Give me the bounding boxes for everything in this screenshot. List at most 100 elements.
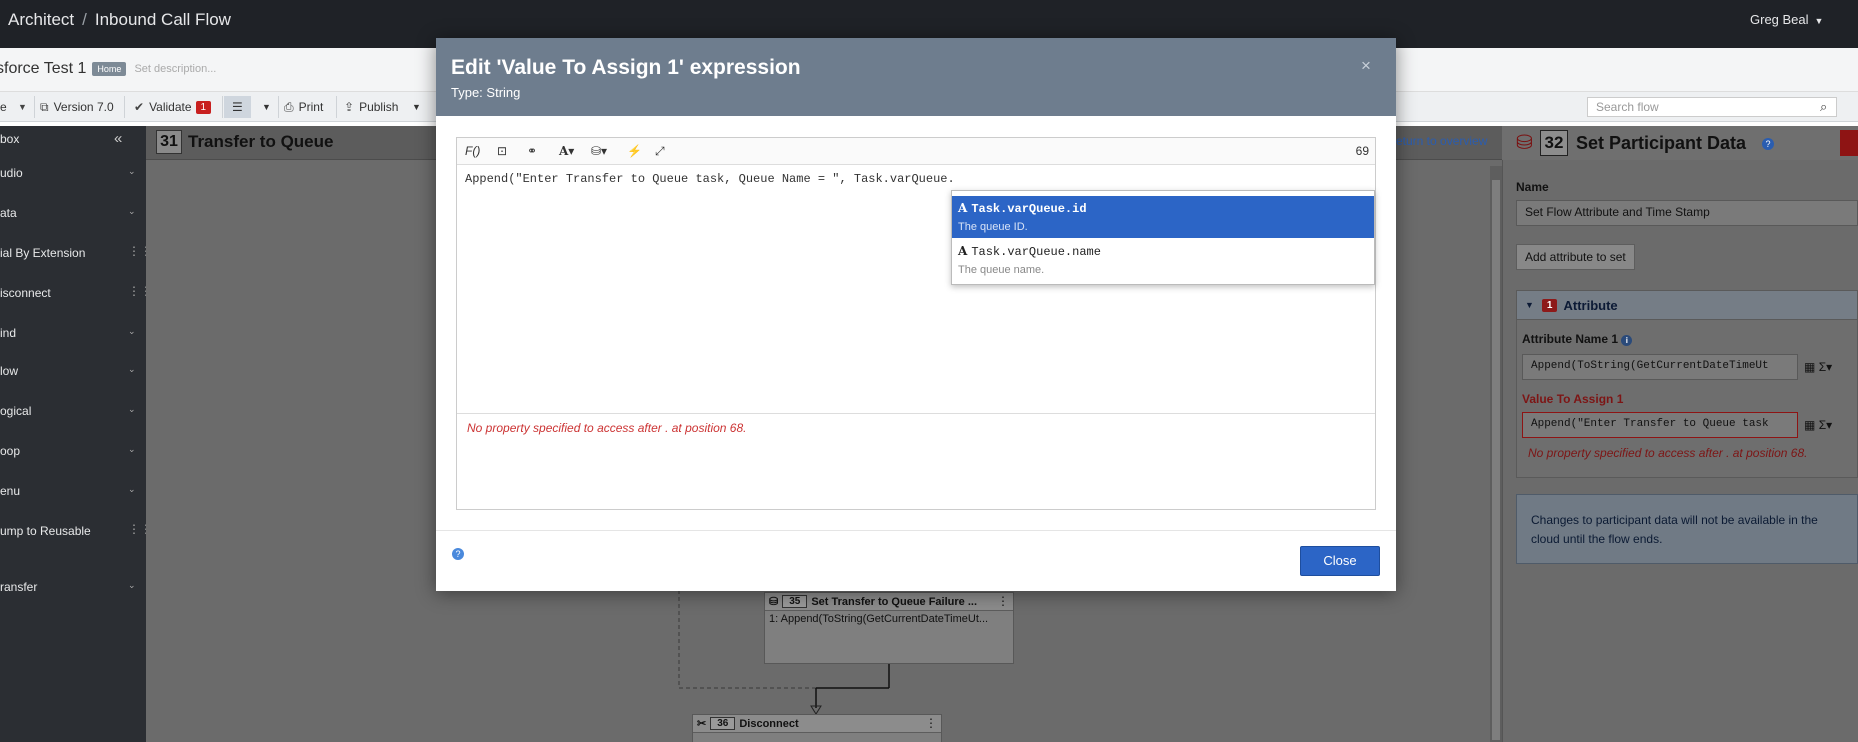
scrollbar-thumb[interactable] bbox=[1492, 180, 1500, 740]
magic-wand-icon[interactable]: ⚡ bbox=[627, 144, 642, 158]
toolbar-divider bbox=[222, 96, 223, 118]
publish-label: Publish bbox=[359, 100, 399, 114]
version-button[interactable]: ⧉ Version 7.0 bbox=[40, 96, 114, 118]
description-placeholder[interactable]: Set description... bbox=[134, 63, 216, 75]
modal-title: Edit 'Value To Assign 1' expression bbox=[451, 56, 801, 79]
value-to-assign-expression[interactable]: Append("Enter Transfer to Queue task bbox=[1522, 412, 1798, 438]
flow-node-set-transfer-failure[interactable]: ⛁ 35 Set Transfer to Queue Failure ... ⋮ 1… bbox=[764, 592, 1014, 664]
list-icon: ☰ bbox=[232, 100, 243, 114]
save-dropdown-toggle[interactable]: ▼ bbox=[18, 96, 32, 118]
caret-down-icon: ▼ bbox=[1525, 300, 1534, 310]
toolbox-category[interactable]: udio ⌄ bbox=[0, 166, 146, 180]
flow-node-disconnect[interactable]: ✂ 36 Disconnect ⋮ bbox=[692, 714, 942, 742]
version-label: Version 7.0 bbox=[53, 100, 114, 114]
chevron-down-icon: ⌄ bbox=[128, 206, 136, 216]
properties-header: ⛁ 32 Set Participant Data ? bbox=[1502, 126, 1858, 160]
node-number: 36 bbox=[710, 717, 736, 730]
toolbox-action-label: ial By Extension bbox=[0, 246, 86, 260]
toolbox-category[interactable]: oop ⌄ bbox=[0, 444, 146, 458]
toolbox-category[interactable]: ind ⌄ bbox=[0, 326, 146, 340]
toolbox-category-label: oop bbox=[0, 444, 21, 458]
toolbox-category[interactable]: low ⌄ bbox=[0, 364, 146, 378]
toolbox-category[interactable]: ransfer ⌄ bbox=[0, 580, 146, 594]
delete-icon[interactable] bbox=[1840, 130, 1858, 156]
search-icon[interactable]: ⌕ bbox=[1820, 99, 1827, 115]
close-icon[interactable]: × bbox=[1361, 56, 1371, 76]
help-icon[interactable]: ? bbox=[1762, 138, 1774, 150]
text-type-icon[interactable]: A▾ bbox=[559, 144, 574, 158]
literal-icon[interactable]: ⊡ bbox=[497, 144, 507, 158]
kebab-menu-icon[interactable]: ⋮ bbox=[997, 594, 1009, 608]
flow-name-row: sforce Test 1 Home Set description... bbox=[0, 60, 216, 78]
table-icon[interactable]: ▦ bbox=[1804, 360, 1815, 374]
expression-error-message: No property specified to access after . … bbox=[467, 421, 747, 435]
autocomplete-list: A Task.varQueue.id The queue ID. A Task.va… bbox=[951, 190, 1375, 285]
node-title: Disconnect bbox=[739, 717, 799, 730]
sigma-icon[interactable]: Σ▾ bbox=[1819, 360, 1832, 374]
link-icon[interactable]: ⚭ bbox=[527, 144, 537, 158]
list-view-button[interactable]: ☰ bbox=[224, 96, 251, 118]
validate-button[interactable]: ✔ Validate 1 bbox=[134, 96, 212, 118]
string-type-icon: A bbox=[958, 201, 968, 215]
toolbar-divider bbox=[278, 96, 279, 118]
info-icon[interactable]: i bbox=[1621, 335, 1633, 346]
collapse-icon[interactable]: « bbox=[114, 130, 122, 147]
value-error-message: No property specified to access after . … bbox=[1528, 446, 1808, 460]
attribute-section-header[interactable]: ▼ 1 Attribute bbox=[1516, 290, 1858, 320]
node-title: Set Transfer to Queue Failure ... bbox=[811, 595, 977, 608]
table-icon[interactable]: ▦ bbox=[1804, 418, 1815, 432]
disconnect-icon: ✂ bbox=[697, 718, 707, 730]
publish-dropdown[interactable]: ▼ bbox=[412, 96, 421, 118]
validate-label: Validate bbox=[149, 100, 192, 114]
autocomplete-item-id[interactable]: A Task.varQueue.id The queue ID. bbox=[952, 196, 1374, 238]
database-icon: ⛁ bbox=[769, 596, 779, 608]
toolbox-action-label: ump to Reusable bbox=[0, 524, 91, 538]
autocomplete-item-name-option[interactable]: A Task.varQueue.name The queue name. bbox=[952, 239, 1374, 281]
attribute-name-expression[interactable]: Append(ToString(GetCurrentDateTimeUt bbox=[1522, 354, 1798, 380]
toolbox-category-label: low bbox=[0, 364, 19, 378]
print-button[interactable]: ⎙ Print bbox=[284, 96, 323, 118]
canvas-scrollbar[interactable] bbox=[1490, 166, 1502, 742]
name-label: Name bbox=[1516, 180, 1549, 194]
breadcrumb-flow[interactable]: Inbound Call Flow bbox=[95, 10, 231, 29]
save-menu-button[interactable]: e bbox=[0, 96, 7, 118]
list-view-dropdown[interactable]: ▼ bbox=[262, 96, 271, 118]
close-button[interactable]: Close bbox=[1300, 546, 1380, 576]
value-to-assign-label: Value To Assign 1 bbox=[1522, 392, 1624, 406]
validate-error-count: 1 bbox=[195, 100, 212, 114]
modal-footer-divider bbox=[436, 530, 1396, 531]
toolbox-action[interactable]: isconnect ⋮⋮ bbox=[0, 284, 152, 300]
character-count: 69 bbox=[1355, 144, 1369, 158]
kebab-menu-icon[interactable]: ⋮ bbox=[925, 716, 937, 730]
modal-subtitle: Type: String bbox=[451, 85, 521, 100]
action-number: 32 bbox=[1540, 130, 1568, 156]
expand-icon[interactable]: ⤢ bbox=[655, 144, 665, 159]
toolbox-action[interactable]: ial By Extension ⋮⋮ bbox=[0, 244, 152, 260]
publish-button[interactable]: ⇪ Publish bbox=[344, 96, 398, 118]
home-badge: Home bbox=[92, 61, 127, 76]
add-attribute-button[interactable]: Add attribute to set bbox=[1516, 244, 1635, 270]
toolbox-category[interactable]: ata ⌄ bbox=[0, 206, 146, 220]
chevron-down-icon: ⌄ bbox=[128, 404, 136, 414]
sigma-icon[interactable]: Σ▾ bbox=[1819, 418, 1832, 432]
caret-down-icon: ▼ bbox=[262, 102, 271, 112]
save-label-fragment: e bbox=[0, 100, 7, 114]
breadcrumb-architect[interactable]: Architect bbox=[8, 10, 74, 29]
toolbox-category-label: ind bbox=[0, 326, 17, 340]
search-flow-input[interactable]: Search flow bbox=[1587, 97, 1837, 117]
help-icon[interactable]: ? bbox=[452, 548, 464, 560]
string-type-icon: A bbox=[958, 244, 968, 258]
toolbar-divider bbox=[124, 96, 125, 118]
expression-text[interactable]: Append("Enter Transfer to Queue task, Qu… bbox=[465, 172, 955, 186]
user-menu[interactable]: Greg Beal ▼ bbox=[1750, 12, 1823, 27]
toolbox-action[interactable]: ump to Reusable ⋮⋮ bbox=[0, 522, 152, 538]
toolbox-category[interactable]: ogical ⌄ bbox=[0, 404, 146, 418]
caret-down-icon: ▼ bbox=[1814, 16, 1824, 26]
flow-name[interactable]: sforce Test 1 bbox=[0, 60, 86, 77]
name-input[interactable]: Set Flow Attribute and Time Stamp bbox=[1516, 200, 1858, 226]
print-label: Print bbox=[298, 100, 324, 114]
function-button[interactable]: F() bbox=[465, 144, 480, 158]
caret-down-icon: ▼ bbox=[18, 102, 27, 112]
toolbox-category[interactable]: enu ⌄ bbox=[0, 484, 146, 498]
database-dropdown-icon[interactable]: ⛁▾ bbox=[591, 144, 607, 158]
